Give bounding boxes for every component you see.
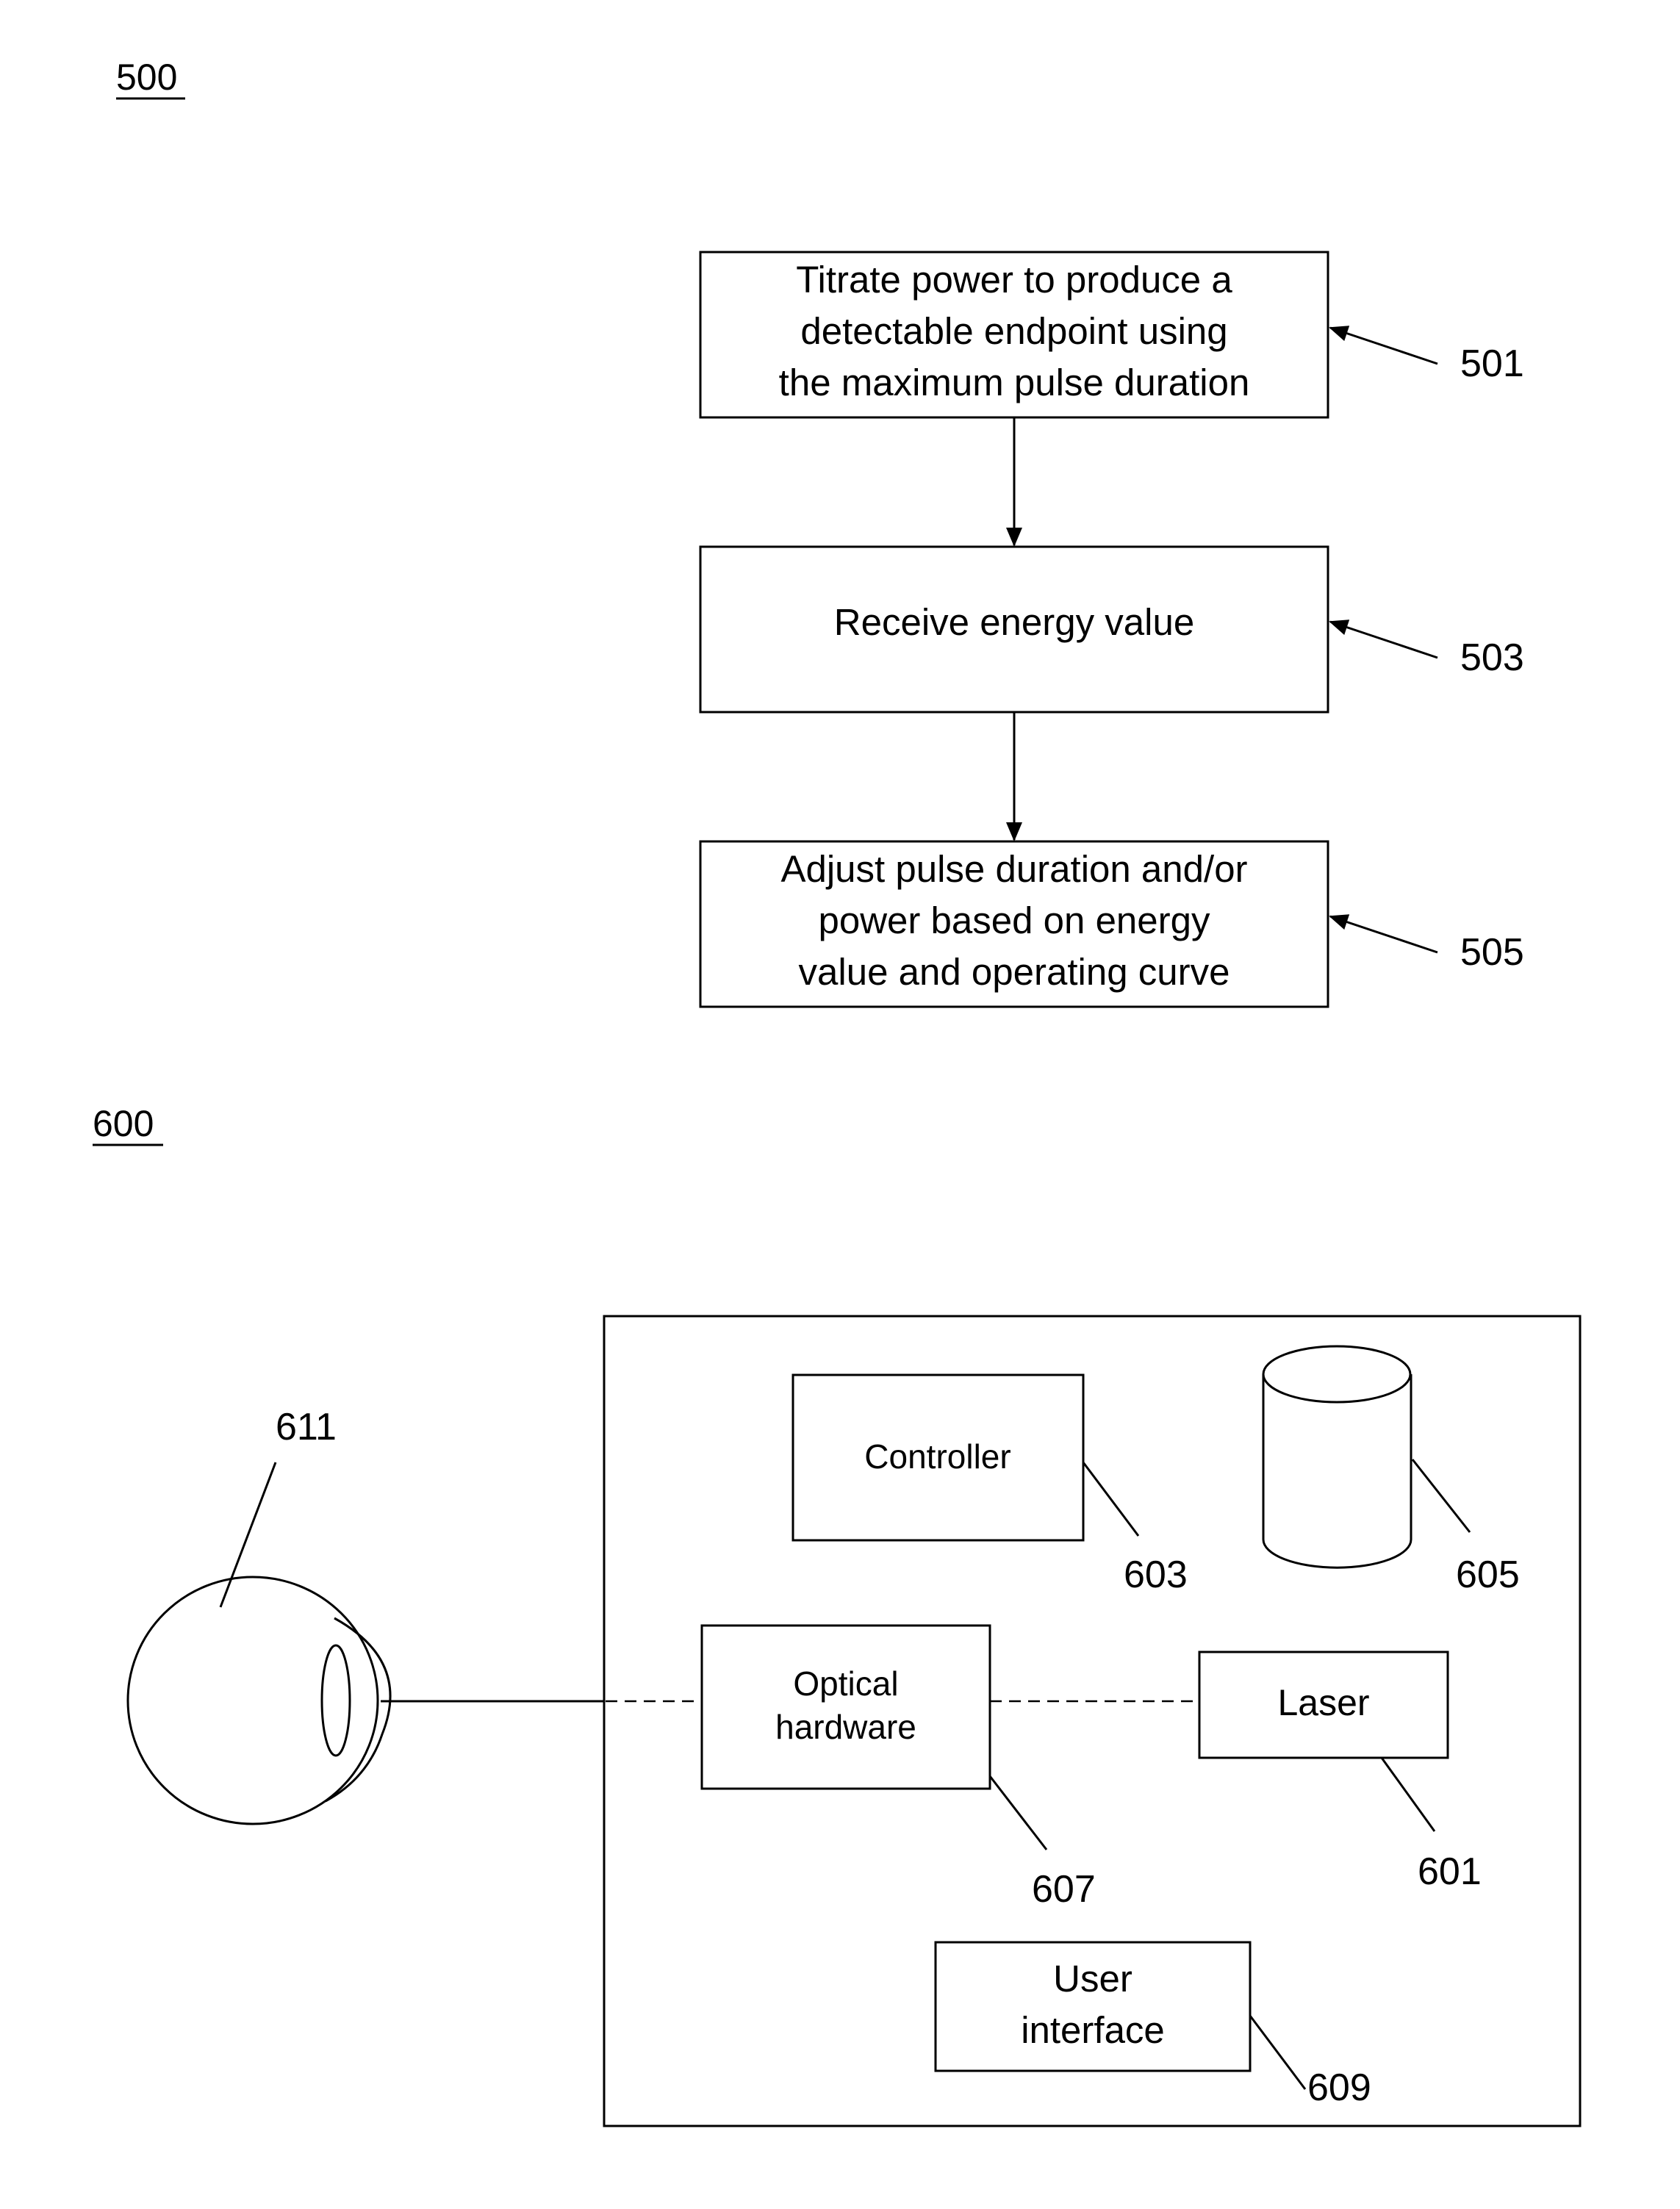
controller-leader-line: [1082, 1462, 1140, 1537]
eyeball-outline: [126, 1576, 379, 1825]
step-503-line-1: Receive energy value: [834, 601, 1194, 643]
database-cylinder-icon: [1262, 1345, 1412, 1569]
step-501-leader-arrow: [1329, 326, 1438, 365]
user-interface-ref: 609: [1307, 2066, 1371, 2109]
optical-hardware-leader-line: [988, 1775, 1048, 1850]
patent-figures: 500 Titrate power to produce a detectabl…: [93, 57, 1582, 2127]
optical-hardware-box: [700, 1624, 991, 1790]
user-interface-leader-line: [1249, 2015, 1307, 2090]
step-505-line-3: value and operating curve: [799, 951, 1230, 993]
step-505-line-1: Adjust pulse duration and/or: [780, 848, 1247, 890]
controller-ref: 603: [1124, 1554, 1188, 1596]
user-interface-line-1: User: [1053, 1958, 1132, 2000]
optical-hardware-ref: 607: [1032, 1868, 1096, 1911]
user-interface-line-2: interface: [1021, 2009, 1165, 2051]
figure-500-label: 500: [116, 57, 177, 98]
eye-icon: [126, 1576, 392, 1825]
figure-600-label: 600: [93, 1103, 154, 1144]
step-501-ref: 501: [1460, 342, 1524, 385]
storage-leader-line: [1411, 1459, 1471, 1533]
step-501-line-3: the maximum pulse duration: [779, 362, 1250, 403]
storage-ref: 605: [1456, 1554, 1520, 1596]
optical-hardware-line-2: hardware: [775, 1708, 916, 1746]
laser-label: Laser: [1277, 1682, 1369, 1723]
cylinder-top: [1262, 1345, 1412, 1404]
step-503-leader-arrow: [1329, 619, 1438, 659]
step-501-line-2: detectable endpoint using: [800, 310, 1227, 352]
step-505-ref: 505: [1460, 931, 1524, 974]
laser-leader-line: [1380, 1757, 1436, 1832]
lens-outline: [320, 1644, 351, 1757]
eye-ref: 611: [276, 1406, 337, 1448]
step-503-ref: 503: [1460, 636, 1524, 679]
step-501-line-1: Titrate power to produce a: [796, 259, 1232, 301]
eye-leader-line: [219, 1462, 277, 1608]
step-505-line-2: power based on energy: [818, 899, 1210, 941]
laser-ref: 601: [1418, 1850, 1482, 1893]
optical-hardware-line-1: Optical: [793, 1664, 898, 1703]
controller-label: Controller: [864, 1437, 1010, 1476]
step-505-leader-arrow: [1329, 914, 1438, 954]
